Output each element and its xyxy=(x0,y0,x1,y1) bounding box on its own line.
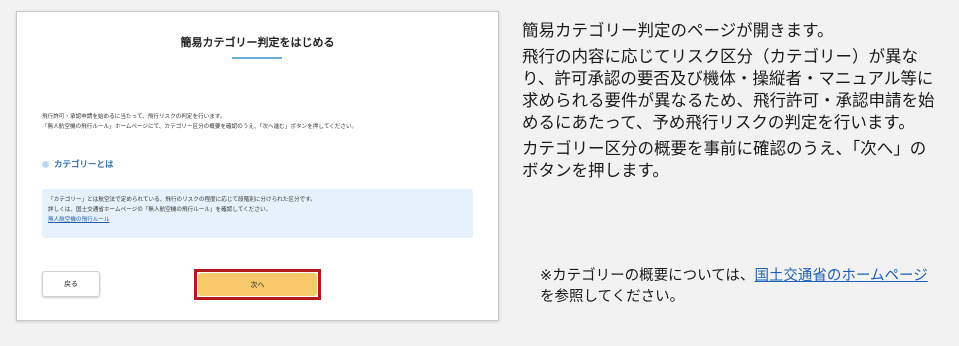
category-heading-label: カテゴリーとは xyxy=(54,160,114,170)
category-heading: カテゴリーとは xyxy=(42,158,114,170)
screenshot-panel: 簡易カテゴリー判定をはじめる 飛行許可・承認申請を始めるに当たって、飛行リスクの… xyxy=(16,11,499,321)
info-line-1: 「カテゴリー」とは航空法で定められている、飛行のリスクの程度に応じて段階別に分け… xyxy=(48,197,316,203)
description-p1: 簡易カテゴリー判定のページが開きます。 xyxy=(522,21,834,40)
bullet-dot-icon xyxy=(42,160,49,168)
note-prefix: ※カテゴリーの概要については、 xyxy=(540,268,755,284)
next-button-highlight: 次へ xyxy=(194,269,321,300)
description: 簡易カテゴリー判定のページが開きます。 飛行の内容に応じてリスク区分（カテゴリー… xyxy=(522,20,942,186)
intro-text: 飛行許可・承認申請を始めるに当たって、飛行リスクの判定を行います。 「無人航空機… xyxy=(42,112,482,132)
info-link[interactable]: 無人航空機の飛行ルール xyxy=(48,215,467,225)
mlit-homepage-link[interactable]: 国土交通省のホームページ xyxy=(754,268,927,284)
description-p2: 飛行の内容に応じてリスク区分（カテゴリー）が異なり、許可承認の要否及び機体・操縦… xyxy=(522,47,935,132)
next-button[interactable]: 次へ xyxy=(198,273,317,296)
note: ※カテゴリーの概要については、国土交通省のホームページを参照してください。 xyxy=(540,266,940,308)
description-p3: カテゴリー区分の概要を事前に確認のうえ、「次へ」のボタンを押します。 xyxy=(522,139,927,180)
back-button[interactable]: 戻る xyxy=(42,271,100,297)
intro-line-1: 飛行許可・承認申請を始めるに当たって、飛行リスクの判定を行います。 xyxy=(42,114,226,120)
title-underline xyxy=(232,57,282,59)
note-suffix: を参照してください。 xyxy=(540,289,685,305)
page-title: 簡易カテゴリー判定をはじめる xyxy=(180,36,335,49)
info-line-2: 詳しくは、国土交通省ホームページの「無人航空機の飛行ルール」を確認してください。 xyxy=(48,207,272,213)
intro-line-2: 「無人航空機の飛行ルール」ホームページにて、カテゴリー区分の概要を確認のうえ、「… xyxy=(42,124,358,130)
category-info-box: 「カテゴリー」とは航空法で定められている、飛行のリスクの程度に応じて段階別に分け… xyxy=(42,189,473,238)
